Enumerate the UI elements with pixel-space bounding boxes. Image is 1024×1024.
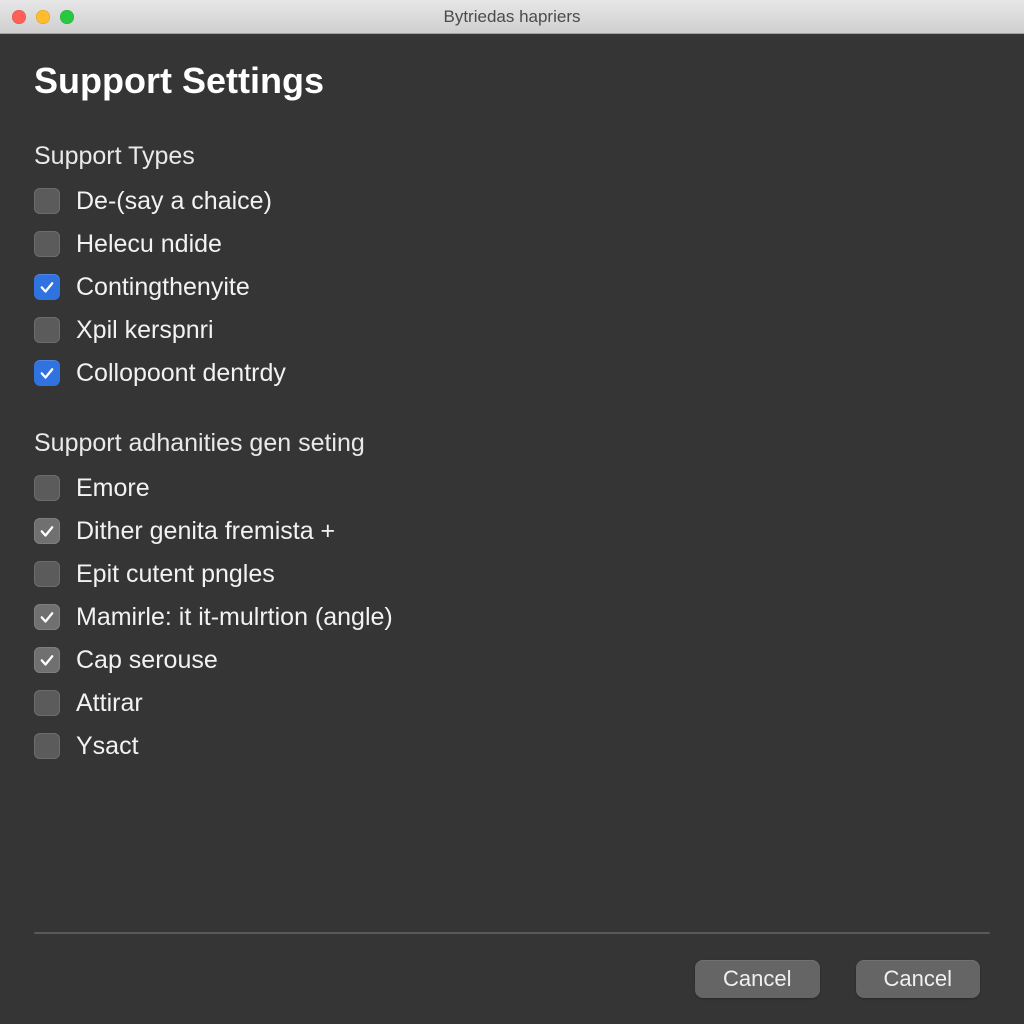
unchecked-checkbox-icon[interactable] [34,317,60,343]
cancel-button[interactable]: Cancel [695,960,819,998]
option-label: Helecu ndide [76,224,222,264]
checked-checkbox-icon[interactable] [34,604,60,630]
option-row[interactable]: Emore [34,468,990,508]
option-label: Collopoont dentrdy [76,353,286,393]
unchecked-checkbox-icon[interactable] [34,561,60,587]
option-label: Contingthenyite [76,267,250,307]
option-label: Cap serouse [76,640,218,680]
section-title: Support Types [34,142,990,171]
option-row[interactable]: Ysact [34,726,990,766]
option-row[interactable]: Contingthenyite [34,267,990,307]
button-row: Cancel Cancel [34,960,990,998]
option-label: Attirar [76,683,143,723]
option-label: Epit cutent pngles [76,554,275,594]
option-label: De-(say a chaice) [76,181,272,221]
cancel-button-2[interactable]: Cancel [856,960,980,998]
section: Support adhanities gen seting EmoreDither… [34,429,990,766]
unchecked-checkbox-icon[interactable] [34,188,60,214]
option-row[interactable]: Xpil kerspnri [34,310,990,350]
separator [34,932,990,934]
option-label: Mamirle: it it-mulrtion (angle) [76,597,393,637]
section-title: Support adhanities gen seting [34,429,990,458]
titlebar: Bytriedas hapriers [0,0,1024,34]
option-row[interactable]: Epit cutent pngles [34,554,990,594]
option-row[interactable]: Collopoont dentrdy [34,353,990,393]
close-icon[interactable] [12,10,26,24]
unchecked-checkbox-icon[interactable] [34,690,60,716]
option-label: Dither genita fremista + [76,511,335,551]
checked-checkbox-icon[interactable] [34,518,60,544]
checked-checkbox-icon[interactable] [34,274,60,300]
option-label: Xpil kerspnri [76,310,214,350]
option-row[interactable]: Helecu ndide [34,224,990,264]
window-title: Bytriedas hapriers [0,7,1024,27]
option-row[interactable]: Mamirle: it it-mulrtion (angle) [34,597,990,637]
unchecked-checkbox-icon[interactable] [34,475,60,501]
zoom-icon[interactable] [60,10,74,24]
sections: Support Types De-(say a chaice)Helecu ndi… [34,142,990,766]
content-area: Support Settings Support Types De-(say a … [0,34,1024,1024]
section: Support Types De-(say a chaice)Helecu ndi… [34,142,990,393]
checked-checkbox-icon[interactable] [34,360,60,386]
footer: Cancel Cancel [34,932,990,998]
page-title: Support Settings [34,60,990,102]
unchecked-checkbox-icon[interactable] [34,733,60,759]
option-label: Emore [76,468,150,508]
option-row[interactable]: Cap serouse [34,640,990,680]
minimize-icon[interactable] [36,10,50,24]
checked-checkbox-icon[interactable] [34,647,60,673]
option-label: Ysact [76,726,139,766]
option-row[interactable]: Dither genita fremista + [34,511,990,551]
option-row[interactable]: Attirar [34,683,990,723]
window-controls [12,10,74,24]
option-row[interactable]: De-(say a chaice) [34,181,990,221]
unchecked-checkbox-icon[interactable] [34,231,60,257]
